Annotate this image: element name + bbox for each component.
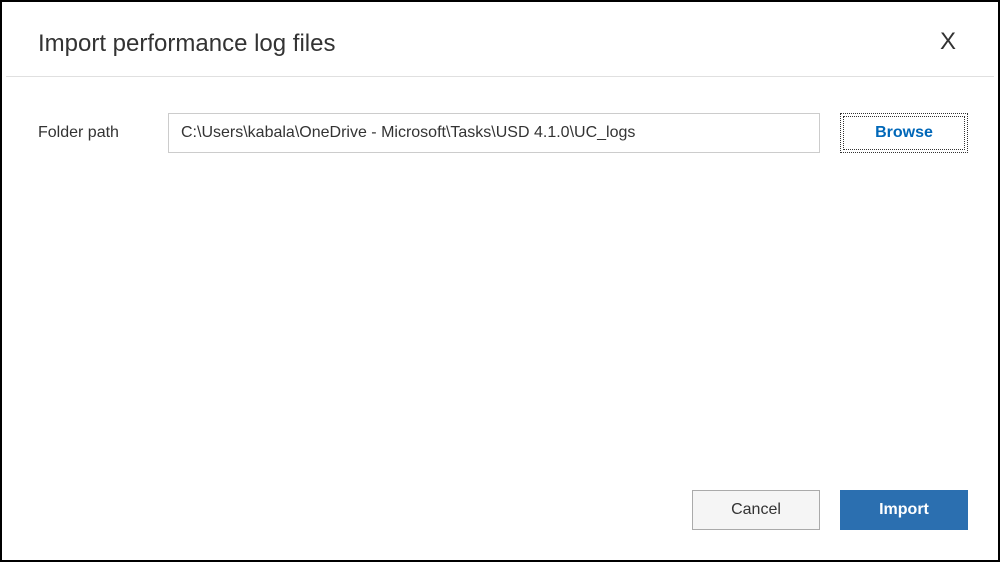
folder-path-label: Folder path [38, 124, 148, 142]
folder-path-input[interactable] [168, 113, 820, 153]
dialog-footer: Cancel Import [692, 490, 968, 530]
cancel-button[interactable]: Cancel [692, 490, 820, 530]
dialog-body: Folder path Browse [2, 77, 998, 153]
close-button[interactable]: X [934, 30, 962, 54]
dialog-title: Import performance log files [38, 30, 335, 58]
import-button[interactable]: Import [840, 490, 968, 530]
dialog-header: Import performance log files X [6, 2, 994, 77]
browse-button[interactable]: Browse [840, 113, 968, 153]
import-dialog: Import performance log files X Folder pa… [0, 0, 1000, 562]
